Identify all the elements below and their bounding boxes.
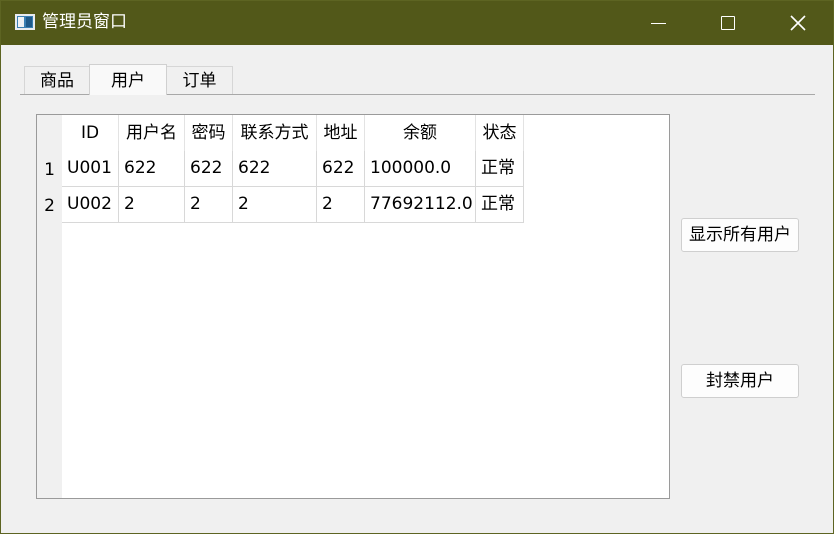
table-corner[interactable] [37,115,62,151]
table-cell[interactable]: 正常 [476,151,524,187]
table-cell[interactable]: 2 [317,187,365,223]
maximize-icon [721,16,735,30]
maximize-button[interactable] [693,1,763,45]
minimize-button[interactable] [623,1,693,45]
column-header-address[interactable]: 地址 [317,115,365,151]
column-header-username[interactable]: 用户名 [119,115,185,151]
table-cell[interactable]: 622 [233,151,317,187]
table-cell[interactable]: 622 [185,151,233,187]
table-cell[interactable]: U002 [62,187,119,223]
tab-orders[interactable]: 订单 [166,66,233,94]
table-cell[interactable]: U001 [62,151,119,187]
table-cell[interactable]: 622 [317,151,365,187]
column-header-balance[interactable]: 余额 [365,115,476,151]
row-header[interactable]: 2 [37,187,62,223]
minimize-icon [651,23,666,24]
column-header-contact[interactable]: 联系方式 [233,115,317,151]
tab-products[interactable]: 商品 [24,66,90,94]
column-header-password[interactable]: 密码 [185,115,233,151]
app-icon [15,14,35,30]
ban-user-button[interactable]: 封禁用户 [681,364,799,398]
title-bar[interactable]: 管理员窗口 [1,1,833,45]
column-header-id[interactable]: ID [62,115,119,151]
show-all-users-button[interactable]: 显示所有用户 [681,218,799,252]
table-cell[interactable]: 正常 [476,187,524,223]
window-title: 管理员窗口 [42,12,127,32]
table-cell[interactable]: 100000.0 [365,151,476,187]
table-cell[interactable]: 622 [119,151,185,187]
close-button[interactable] [763,1,833,45]
table-cell[interactable]: 77692112.0 [365,187,476,223]
table-cell[interactable]: 2 [233,187,317,223]
close-icon [790,15,806,31]
table-cell[interactable]: 2 [185,187,233,223]
column-header-status[interactable]: 状态 [476,115,524,151]
admin-window: 管理员窗口 商品 用户 订单 ID 用户名 密码 联系方式 地址 余额 状态 1… [0,0,834,534]
tab-users[interactable]: 用户 [89,64,167,95]
users-table[interactable]: ID 用户名 密码 联系方式 地址 余额 状态 1 U001 622 622 6… [36,114,670,499]
table-cell[interactable]: 2 [119,187,185,223]
row-header[interactable]: 1 [37,151,62,187]
